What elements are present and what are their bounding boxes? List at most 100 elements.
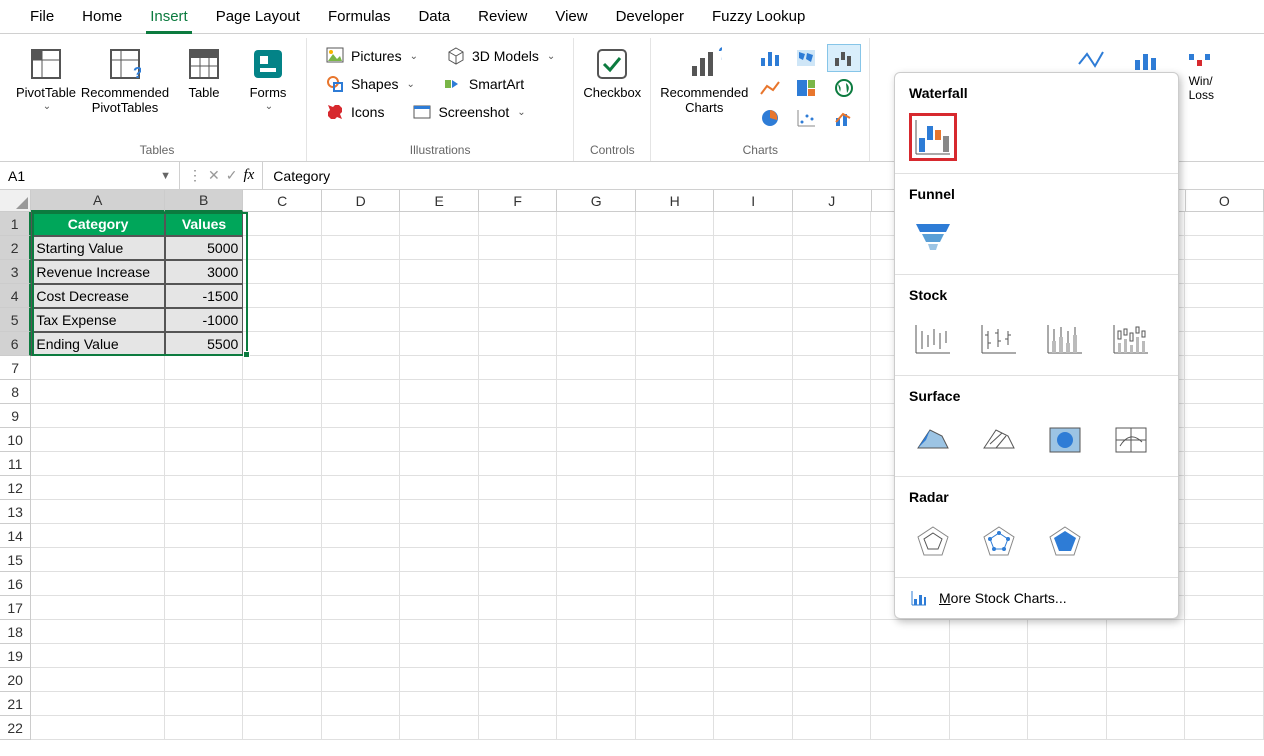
cell[interactable] — [243, 356, 322, 380]
cell[interactable] — [557, 260, 636, 284]
cell[interactable] — [1185, 596, 1264, 620]
cell[interactable] — [479, 500, 558, 524]
cell[interactable] — [322, 644, 401, 668]
row-header[interactable]: 13 — [0, 500, 31, 524]
cell[interactable] — [1107, 692, 1186, 716]
cell[interactable] — [1028, 644, 1107, 668]
cell[interactable] — [793, 356, 872, 380]
cell[interactable] — [636, 668, 715, 692]
cell[interactable] — [479, 452, 558, 476]
cell[interactable] — [243, 596, 322, 620]
cell[interactable] — [400, 572, 479, 596]
cell[interactable] — [793, 620, 872, 644]
cell[interactable] — [165, 668, 244, 692]
tab-insert[interactable]: Insert — [136, 2, 202, 33]
cell[interactable] — [871, 668, 950, 692]
cell[interactable] — [636, 524, 715, 548]
row-header[interactable]: 10 — [0, 428, 31, 452]
cell[interactable] — [557, 212, 636, 236]
cell[interactable] — [165, 404, 244, 428]
row-header[interactable]: 18 — [0, 620, 31, 644]
cell[interactable] — [636, 356, 715, 380]
cell[interactable] — [714, 524, 793, 548]
surface-contour-icon[interactable] — [1041, 416, 1089, 464]
cell[interactable] — [322, 524, 401, 548]
cell[interactable] — [31, 476, 164, 500]
cell[interactable] — [793, 236, 872, 260]
shapes-button[interactable]: Shapes⌄ — [321, 72, 419, 96]
cell[interactable] — [793, 332, 872, 356]
dots-icon[interactable]: ⋮ — [188, 167, 202, 184]
cell[interactable] — [165, 380, 244, 404]
cell[interactable] — [322, 428, 401, 452]
cell[interactable] — [243, 548, 322, 572]
name-box[interactable]: ▼ — [0, 162, 180, 189]
icons-button[interactable]: Icons — [321, 100, 388, 124]
cell[interactable] — [243, 620, 322, 644]
cell[interactable] — [793, 548, 872, 572]
row-header[interactable]: 4 — [0, 284, 31, 308]
row-header[interactable]: 20 — [0, 668, 31, 692]
cancel-icon[interactable]: ✕ — [208, 167, 220, 184]
cell[interactable] — [793, 284, 872, 308]
cell[interactable] — [636, 332, 715, 356]
forms-button[interactable]: Forms ⌄ — [238, 42, 298, 141]
col-header[interactable]: F — [479, 190, 558, 212]
cell[interactable] — [714, 692, 793, 716]
cell[interactable] — [714, 380, 793, 404]
cell[interactable] — [1185, 284, 1264, 308]
cell[interactable] — [322, 668, 401, 692]
cell[interactable] — [31, 380, 164, 404]
cell[interactable] — [479, 380, 558, 404]
pictures-button[interactable]: Pictures⌄ — [321, 44, 422, 68]
cell[interactable] — [400, 260, 479, 284]
cell[interactable] — [322, 452, 401, 476]
cell[interactable] — [1107, 716, 1186, 740]
cell[interactable] — [400, 404, 479, 428]
cell[interactable] — [322, 308, 401, 332]
cell[interactable] — [557, 452, 636, 476]
cell[interactable] — [557, 476, 636, 500]
cell[interactable] — [714, 452, 793, 476]
cell[interactable] — [636, 308, 715, 332]
row-header[interactable]: 1 — [0, 212, 31, 236]
line-chart-button[interactable] — [753, 74, 787, 102]
cell[interactable] — [1185, 476, 1264, 500]
3dmodels-button[interactable]: 3D Models⌄ — [442, 44, 559, 68]
cell[interactable] — [1185, 692, 1264, 716]
col-header[interactable]: O — [1186, 190, 1264, 212]
cell[interactable] — [243, 668, 322, 692]
cell[interactable] — [322, 500, 401, 524]
cell[interactable] — [479, 668, 558, 692]
cell[interactable] — [165, 500, 244, 524]
cell[interactable] — [793, 428, 872, 452]
cell[interactable] — [479, 236, 558, 260]
cell[interactable] — [243, 716, 322, 740]
cell[interactable] — [400, 620, 479, 644]
map-chart-button[interactable] — [789, 44, 823, 72]
cell[interactable] — [243, 692, 322, 716]
cell[interactable] — [1185, 308, 1264, 332]
cell[interactable] — [400, 428, 479, 452]
pivottable-button[interactable]: PivotTable ⌄ — [16, 42, 76, 141]
cell[interactable] — [557, 620, 636, 644]
cell[interactable] — [243, 404, 322, 428]
cell[interactable] — [479, 572, 558, 596]
cell[interactable] — [1185, 644, 1264, 668]
cell[interactable] — [243, 284, 322, 308]
cell[interactable] — [636, 620, 715, 644]
cell[interactable] — [165, 596, 244, 620]
cell[interactable] — [1185, 500, 1264, 524]
cell[interactable]: 5500 — [165, 332, 244, 356]
cell[interactable] — [636, 428, 715, 452]
cell[interactable] — [714, 284, 793, 308]
cell[interactable] — [714, 572, 793, 596]
tab-file[interactable]: File — [16, 2, 68, 33]
cell[interactable] — [793, 452, 872, 476]
cell[interactable] — [243, 452, 322, 476]
cell[interactable] — [714, 716, 793, 740]
cell[interactable] — [1028, 716, 1107, 740]
cell[interactable] — [400, 236, 479, 260]
col-header[interactable]: G — [557, 190, 636, 212]
cell[interactable] — [243, 476, 322, 500]
